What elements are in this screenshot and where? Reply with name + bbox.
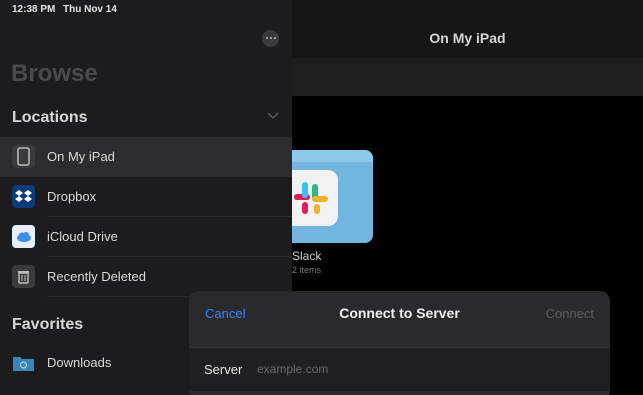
server-input[interactable] — [257, 357, 587, 381]
sidebar-item-label: Recently Deleted — [47, 269, 146, 284]
slack-logo-icon — [292, 170, 338, 226]
trash-icon — [12, 265, 35, 288]
locations-header[interactable]: Locations — [12, 109, 88, 127]
dropbox-icon — [12, 185, 35, 208]
status-time: 12:38 PM — [12, 4, 56, 15]
sidebar-item-dropbox[interactable]: Dropbox — [0, 177, 292, 217]
sidebar-item-on-my-ipad[interactable]: On My iPad — [0, 137, 292, 177]
more-options-button[interactable] — [262, 30, 279, 47]
connect-button[interactable]: Connect — [546, 306, 594, 321]
connect-to-server-dialog: Cancel Connect to Server Connect Server — [189, 291, 610, 395]
more-dot-icon — [266, 37, 268, 39]
main-navigation-bar: On My iPad — [292, 0, 643, 58]
status-date: Thu Nov 14 — [63, 4, 117, 15]
server-field-row: Server — [189, 347, 610, 391]
main-title: On My iPad — [429, 30, 506, 46]
more-dot-icon — [270, 37, 272, 39]
sidebar-item-icloud-drive[interactable]: iCloud Drive — [0, 217, 292, 257]
folder-tab — [292, 150, 373, 162]
browse-title: Browse — [11, 60, 98, 87]
main-toolbar-strip — [292, 58, 643, 96]
server-label: Server — [204, 362, 243, 377]
sidebar-item-label: Dropbox — [47, 189, 97, 204]
chevron-down-icon[interactable] — [267, 112, 279, 120]
files-app-screen: On My iPad Slack 2 items 12:38 PM Thu No… — [0, 0, 643, 395]
sidebar-item-label: On My iPad — [47, 149, 115, 164]
ipad-icon — [12, 145, 35, 168]
icloud-icon — [12, 225, 35, 248]
folder-item-count: 2 items — [292, 265, 322, 275]
favorites-header[interactable]: Favorites — [12, 316, 83, 334]
dialog-header: Cancel Connect to Server Connect — [189, 291, 610, 347]
sidebar-item-label: iCloud Drive — [47, 229, 118, 244]
sidebar-item-label: Downloads — [47, 355, 112, 370]
more-dot-icon — [274, 37, 276, 39]
downloads-folder-icon — [13, 357, 34, 371]
folder-name: Slack — [292, 249, 322, 263]
